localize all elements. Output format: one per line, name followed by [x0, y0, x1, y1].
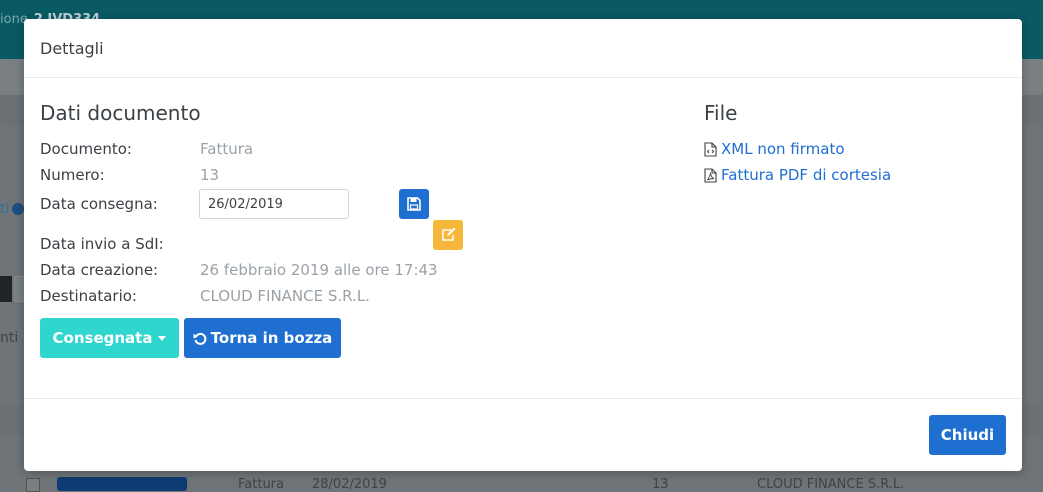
save-date-button[interactable]: [399, 189, 429, 219]
caret-down-icon: [158, 335, 167, 341]
destinatario-label: Destinatario:: [40, 287, 137, 305]
data-consegna-label: Data consegna:: [40, 195, 158, 213]
torna-in-bozza-button[interactable]: Torna in bozza: [184, 318, 341, 358]
dati-documento-heading: Dati documento: [40, 101, 201, 125]
data-invio-label: Data invio a SdI:: [40, 235, 164, 253]
status-dropdown-button[interactable]: Consegnata: [40, 318, 179, 358]
numero-value: 13: [200, 166, 220, 184]
status-dropdown-label: Consegnata: [52, 329, 153, 347]
documento-label: Documento:: [40, 140, 132, 158]
row-doc-type[interactable]: Fattura: [238, 477, 284, 492]
row-checkbox[interactable]: [26, 478, 40, 492]
row-recipient: CLOUD FINANCE S.R.L.: [757, 477, 905, 492]
edit-date-button[interactable]: [433, 220, 463, 250]
row-status-button[interactable]: [57, 477, 187, 491]
file-pdf-icon: [704, 167, 717, 183]
data-creazione-label: Data creazione:: [40, 261, 159, 279]
modal-header: Dettagli: [24, 19, 1022, 78]
xml-file-link[interactable]: XML non firmato: [704, 140, 845, 158]
row-number: 13: [652, 477, 669, 492]
file-code-icon: [704, 141, 717, 157]
app-left-text: nti: [0, 330, 19, 346]
close-button[interactable]: Chiudi: [929, 415, 1006, 455]
save-icon: [407, 197, 421, 211]
file-heading: File: [704, 101, 738, 125]
destinatario-value: CLOUD FINANCE S.R.L.: [200, 287, 370, 305]
app-dropdown-button[interactable]: [0, 276, 12, 302]
pdf-file-link[interactable]: Fattura PDF di cortesia: [704, 166, 891, 184]
torna-in-bozza-label: Torna in bozza: [210, 329, 333, 347]
data-consegna-input[interactable]: [199, 189, 349, 219]
numero-label: Numero:: [40, 166, 105, 184]
modal-footer: Chiudi: [24, 398, 1022, 471]
documento-value: Fattura: [200, 140, 254, 158]
data-creazione-value: 26 febbraio 2019 alle ore 17:43: [200, 261, 438, 279]
row-date: 28/02/2019: [312, 477, 387, 492]
edit-icon: [441, 228, 455, 241]
xml-file-label: XML non firmato: [721, 140, 845, 158]
details-modal: Dettagli Dati documento Documento: Fattu…: [24, 19, 1022, 471]
app-left-link[interactable]: ti: [0, 201, 9, 217]
pdf-file-label: Fattura PDF di cortesia: [721, 166, 892, 184]
modal-title: Dettagli: [40, 39, 104, 58]
info-icon: [12, 203, 24, 215]
undo-icon: [193, 332, 207, 345]
